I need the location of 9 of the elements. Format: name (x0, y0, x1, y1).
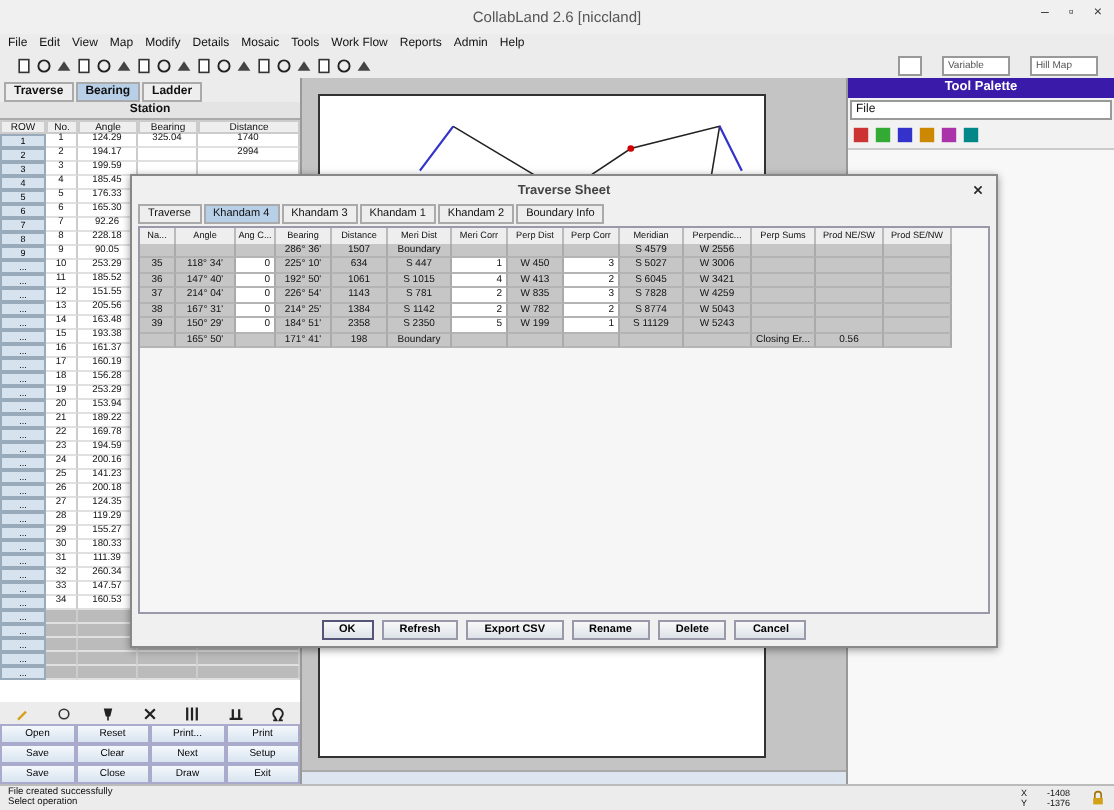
cross-icon[interactable] (141, 705, 158, 721)
columns-icon[interactable] (184, 705, 201, 721)
pin-icon[interactable] (99, 705, 116, 721)
omega-icon[interactable] (270, 705, 287, 721)
lock-icon[interactable] (1090, 790, 1106, 806)
new-file-icon[interactable] (16, 58, 32, 74)
horizontal-scrollbar[interactable] (302, 770, 846, 784)
close-icon[interactable] (972, 184, 984, 196)
empty-combo-box[interactable] (897, 56, 922, 76)
